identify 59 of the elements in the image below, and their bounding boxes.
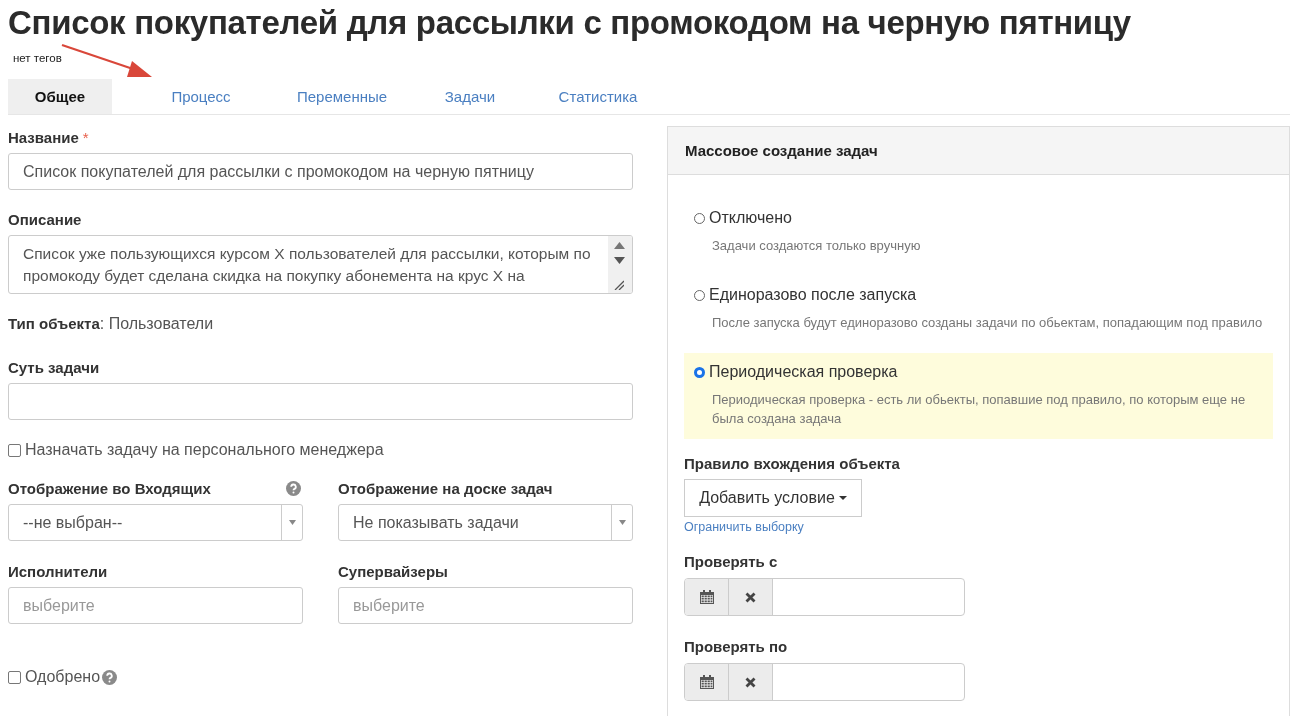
field-label: Правило вхождения объекта	[684, 455, 901, 472]
field-label: Исполнители	[8, 562, 108, 580]
calendar-button[interactable]	[685, 664, 729, 700]
tab[interactable]: Статистика	[546, 79, 650, 114]
date-field[interactable]	[684, 663, 965, 701]
select-field[interactable]: выберите	[8, 587, 303, 624]
field-label: Описание	[8, 210, 82, 228]
object-type-text: Тип объекта: Пользователи	[8, 315, 215, 333]
tab[interactable]: Задачи	[418, 79, 522, 114]
option-hint: После запуска будут единоразово созданы задачи по обьектам, попадающим под правило	[712, 314, 1263, 332]
caret-icon	[288, 520, 296, 525]
checkbox-label: Назначать задачу на персонального менеджера	[25, 441, 384, 459]
panel-header: Массовое создание задач	[668, 127, 1289, 175]
radio-button[interactable]	[694, 366, 705, 378]
tab[interactable]: Процесс	[136, 79, 266, 114]
caret-icon	[618, 520, 626, 525]
add-condition-button[interactable]: Добавить условие	[684, 479, 862, 517]
resize-grip-icon[interactable]	[614, 280, 624, 290]
page-title: Список покупателей для рассылки с промокодом на черную пятницу	[8, 3, 1132, 43]
calendar-icon	[699, 675, 714, 689]
option-hint: Задачи создаются только вручную	[712, 237, 922, 255]
radio-label: Периодическая проверка	[709, 363, 898, 381]
field-label: Проверять с	[684, 553, 779, 570]
limit-selection-link[interactable]: Ограничить выборку	[684, 520, 804, 534]
field-label: Суть задачи	[8, 358, 100, 376]
required-mark: *	[82, 128, 89, 146]
field-label: Название	[8, 128, 79, 146]
tags-label: нет тегов	[13, 52, 62, 64]
tab[interactable]: Переменные	[290, 79, 394, 114]
text-field[interactable]: Список покупателей для рассылки с промокодом на черную пятницу	[8, 153, 633, 190]
scrollbar[interactable]	[608, 236, 632, 293]
radio-button[interactable]	[694, 289, 705, 301]
radio-button[interactable]	[694, 212, 705, 224]
select-field[interactable]: выберите	[338, 587, 633, 624]
date-field[interactable]	[684, 578, 965, 616]
field-label: Отображение во Входящих	[8, 479, 211, 497]
caret-icon	[838, 496, 847, 500]
scroll-up-icon[interactable]	[614, 242, 625, 249]
select-field[interactable]: --не выбран--	[8, 504, 303, 541]
radio-label: Единоразово после запуска	[709, 286, 917, 304]
calendar-button[interactable]	[685, 579, 729, 615]
field-label: Отображение на доске задач	[338, 479, 553, 497]
clear-button[interactable]	[729, 579, 773, 615]
select-field[interactable]: Не показывать задачи	[338, 504, 633, 541]
scroll-down-icon[interactable]	[614, 257, 625, 264]
text-field[interactable]	[8, 383, 633, 420]
close-icon	[745, 676, 756, 688]
calendar-icon	[699, 590, 714, 604]
field-label: Супервайзеры	[338, 562, 448, 580]
checkbox-label: Одобрено	[25, 668, 101, 686]
checkbox[interactable]	[8, 443, 21, 457]
close-icon	[745, 591, 756, 603]
radio-label: Отключено	[709, 209, 792, 227]
option-hint: Периодическая проверка - есть ли обьекты, попавшие под правило, по которым еще не была создана задача	[712, 391, 1247, 428]
description-field[interactable]: Список уже пользующихся курсом X пользователей для рассылки, которым по промокоду будет сделана скидка на покупку абонемента на крус X на	[8, 235, 633, 294]
tab[interactable]: Общее	[8, 79, 112, 114]
checkbox[interactable]	[8, 670, 21, 684]
field-label: Проверять по	[684, 638, 789, 655]
clear-button[interactable]	[729, 664, 773, 700]
